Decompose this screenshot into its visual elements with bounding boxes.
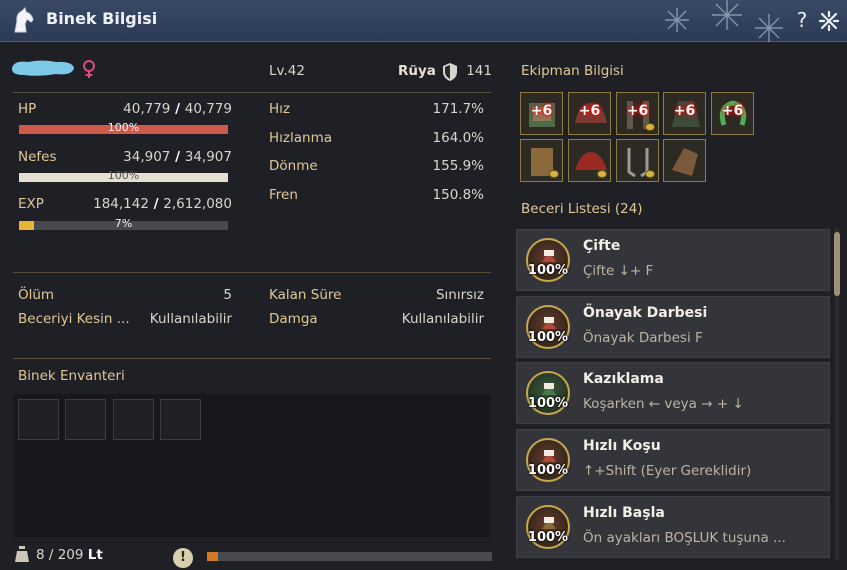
brand-label: Damga — [269, 311, 318, 327]
weight-bar — [207, 552, 492, 561]
skill-icon: 100% — [526, 505, 570, 549]
brake-label: Fren — [269, 187, 298, 203]
skill-name: Hızlı Başla — [583, 505, 665, 521]
skill-keybind: Önayak Darbesi F — [583, 330, 703, 346]
skill-keybind: Ön ayakları BOŞLUK tuşuna ... — [583, 530, 786, 546]
hp-value: 40,779 / 40,779 — [123, 101, 232, 117]
equipment-title: Ekipman Bilgisi — [521, 63, 624, 79]
skill-icon: 100% — [526, 371, 570, 415]
divider — [13, 358, 491, 359]
brake-value: 150.8% — [432, 187, 484, 203]
weight-bar-fill — [207, 552, 219, 561]
female-icon — [83, 60, 95, 78]
equipment-slot-stirrups[interactable]: +6 — [616, 92, 659, 135]
skill-change-value: Kullanılabilir — [149, 311, 232, 327]
equipment-slot-armor[interactable]: +6 — [663, 92, 706, 135]
skill-item[interactable]: 100% Hızlı Koşu ↑+Shift (Eyer Gereklidir… — [516, 429, 830, 491]
inventory-slot[interactable] — [160, 399, 201, 440]
snowflake-decoration — [665, 0, 783, 42]
skill-type: Rüya — [398, 63, 436, 79]
speed-label: Hız — [269, 101, 290, 117]
skill-icon: 100% — [526, 238, 570, 282]
equipment-slot-saddle[interactable]: +6 — [568, 92, 611, 135]
skill-icon: 100% — [526, 438, 570, 482]
equipment-slot-outfit-tack[interactable] — [520, 139, 563, 182]
skill-change-label: Beceriyi Kesin ... — [18, 311, 130, 327]
title-bar: Binek Bilgisi ? — [0, 0, 847, 42]
turning-value: 155.9% — [432, 158, 484, 174]
exp-bar: 7% — [19, 217, 228, 230]
equipment-slot-outfit-saddle[interactable] — [568, 139, 611, 182]
inventory-title: Binek Envanteri — [18, 368, 125, 384]
skill-name: Önayak Darbesi — [583, 305, 708, 321]
horse-name-hidden — [11, 60, 74, 76]
death-value: 5 — [223, 287, 232, 303]
skill-keybind: Koşarken ← veya → + ↓ — [583, 396, 744, 412]
equipment-slot-horseshoe[interactable]: +6 — [711, 92, 754, 135]
weight-icon — [15, 546, 29, 562]
skill-item[interactable]: 100% Çifte Çifte ↓+ F — [516, 229, 830, 291]
speed-value: 171.7% — [432, 101, 484, 117]
skill-list-scrollbar-thumb[interactable] — [834, 232, 840, 296]
close-button[interactable] — [818, 10, 840, 32]
death-label: Ölüm — [18, 287, 55, 303]
skill-icon: 100% — [526, 305, 570, 349]
exp-percent: 7% — [114, 217, 133, 230]
inventory-slot[interactable] — [18, 399, 59, 440]
stamina-bar: 100% — [19, 169, 228, 182]
skill-name: Hızlı Koşu — [583, 438, 661, 454]
warning-icon[interactable]: ! — [173, 548, 193, 568]
exp-value: 184,142 / 2,612,080 — [93, 196, 232, 212]
skill-keybind: ↑+Shift (Eyer Gereklidir) — [583, 463, 752, 479]
brand-value: Kullanılabilir — [401, 311, 484, 327]
exp-label: EXP — [18, 196, 44, 212]
skill-item[interactable]: 100% Önayak Darbesi Önayak Darbesi F — [516, 296, 830, 358]
acceleration-label: Hızlanma — [269, 130, 332, 146]
divider — [13, 92, 491, 93]
skill-item[interactable]: 100% Hızlı Başla Ön ayakları BOŞLUK tuşu… — [516, 496, 830, 558]
weight-value: 8 / 209 Lt — [36, 547, 103, 563]
help-button[interactable]: ? — [793, 7, 811, 33]
skill-keybind: Çifte ↓+ F — [583, 263, 654, 279]
stamina-label: Nefes — [18, 149, 57, 165]
divider — [13, 272, 491, 273]
hp-label: HP — [18, 101, 37, 117]
skill-item[interactable]: 100% Kazıklama Koşarken ← veya → + ↓ — [516, 362, 830, 424]
stamina-value: 34,907 / 34,907 — [123, 149, 232, 165]
defense-value: 141 — [466, 63, 492, 79]
acceleration-value: 164.0% — [432, 130, 484, 146]
hp-bar: 100% — [19, 121, 228, 134]
window-title: Binek Bilgisi — [46, 9, 158, 28]
horse-icon — [14, 7, 34, 33]
remaining-time-value: Sınırsız — [435, 287, 484, 303]
skill-name: Kazıklama — [583, 371, 664, 387]
equipment-slot-tack[interactable]: +6 — [520, 92, 563, 135]
inventory-slot[interactable] — [65, 399, 106, 440]
equipment-slot-outfit-armor[interactable] — [663, 139, 706, 182]
stamina-percent: 100% — [107, 169, 140, 182]
remaining-time-label: Kalan Süre — [269, 287, 342, 303]
skill-name: Çifte — [583, 238, 621, 254]
inventory-slot[interactable] — [113, 399, 154, 440]
skill-list-title: Beceri Listesi (24) — [521, 201, 643, 217]
turning-label: Dönme — [269, 158, 318, 174]
hp-percent: 100% — [107, 121, 140, 134]
equipment-slot-outfit-stirrups[interactable] — [616, 139, 659, 182]
inventory-grid — [13, 394, 491, 537]
horse-level: Lv.42 — [269, 63, 305, 79]
